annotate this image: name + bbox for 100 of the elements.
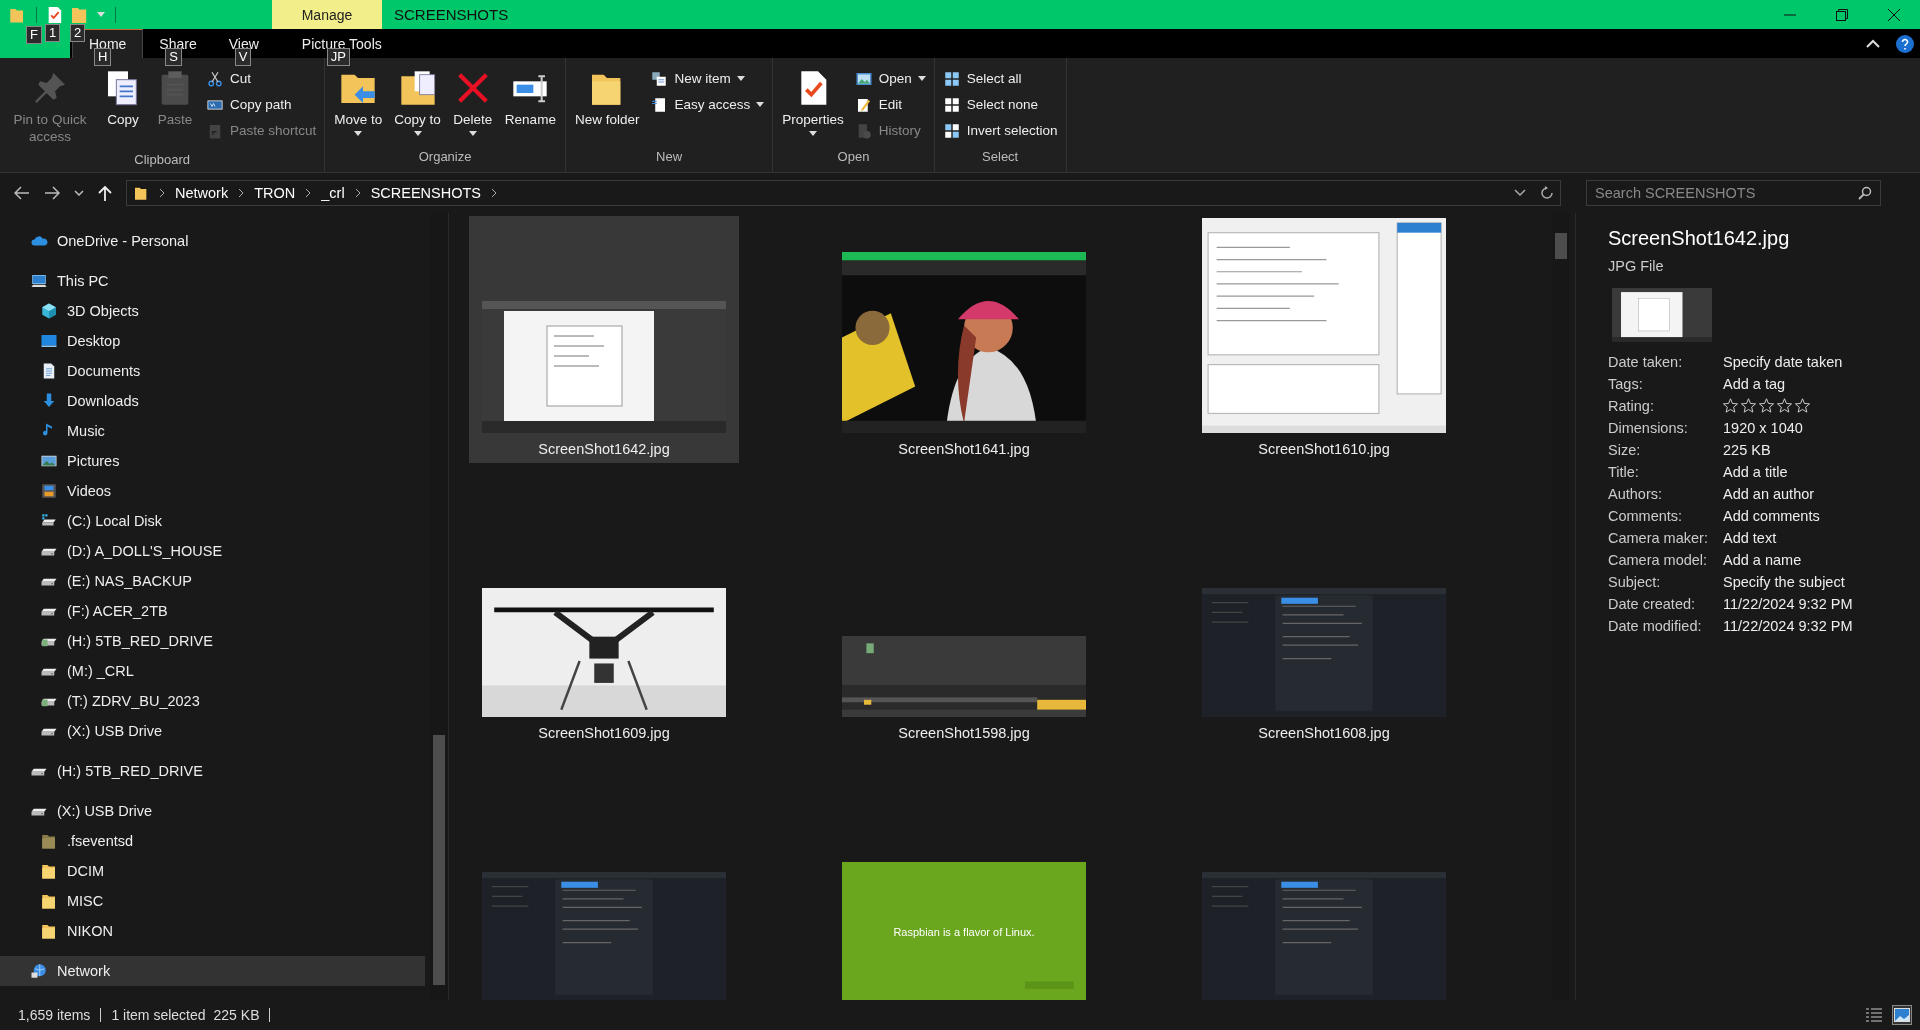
breadcrumb[interactable]: TRON [254, 185, 296, 201]
dropdown-icon[interactable] [1514, 189, 1526, 197]
nav-item[interactable]: (H:) 5TB_RED_DRIVE [0, 756, 425, 786]
property-label: Date created: [1608, 596, 1697, 612]
property-value[interactable]: Add text [1723, 530, 1920, 546]
nav-item[interactable]: (X:) USB Drive [0, 796, 425, 826]
nav-item[interactable]: DCIM [0, 856, 425, 886]
caret-icon [413, 131, 422, 136]
breadcrumb[interactable]: _crl [321, 185, 345, 201]
new-item-icon [650, 69, 669, 88]
ribbon-command[interactable]: Edit [850, 92, 930, 117]
ribbon-button[interactable]: Copy [98, 64, 148, 149]
nav-item[interactable]: MISC [0, 886, 425, 916]
close-icon[interactable] [1888, 8, 1900, 21]
property-value[interactable]: 11/22/2024 9:32 PM [1723, 596, 1920, 612]
desktop-icon [40, 332, 58, 350]
ribbon-command[interactable]: Easy access [646, 92, 769, 117]
ribbon-button[interactable]: Delete [447, 64, 498, 146]
collapse-ribbon-icon[interactable] [1866, 39, 1880, 48]
view-button[interactable] [1892, 1005, 1912, 1025]
breadcrumb[interactable]: Network [175, 185, 229, 201]
cut-icon [206, 69, 224, 88]
ribbon-command[interactable]: New item [646, 66, 769, 91]
ribbon-command[interactable]: Cut [202, 66, 321, 91]
nav-item[interactable]: (M:) _CRL [0, 656, 425, 686]
ribbon-button[interactable]: Move to [329, 64, 388, 146]
file-tile[interactable]: ScreenShot1608.jpg [1189, 500, 1459, 747]
group-label: New [655, 148, 684, 166]
nav-item[interactable]: (H:) 5TB_RED_DRIVE [0, 626, 425, 656]
property-value[interactable]: 11/22/2024 9:32 PM [1723, 618, 1920, 634]
file-name: ScreenShot1642.jpg [1608, 227, 1791, 250]
restore-icon[interactable] [1836, 8, 1848, 21]
address-bar[interactable]: Network TRON _crl SCREENSHOTS [126, 180, 1561, 206]
document-icon[interactable] [47, 6, 62, 23]
ribbon-button[interactable]: New folder [569, 64, 645, 146]
property-value[interactable]: Add a title [1723, 464, 1920, 480]
ribbon-command[interactable]: Copy path [202, 92, 321, 117]
nav-item[interactable]: (E:) NAS_BACKUP [0, 566, 425, 596]
pc-icon [30, 272, 48, 290]
large-icons-view-icon [1894, 1008, 1910, 1022]
nav-item[interactable]: 3D Objects [0, 296, 425, 326]
nav-item[interactable]: Desktop [0, 326, 425, 356]
nav-item[interactable]: Pictures [0, 446, 425, 476]
dropdown-icon [97, 12, 105, 17]
ribbon-command[interactable]: Open [850, 66, 930, 91]
property-value[interactable]: 1920 x 1040 [1723, 420, 1920, 436]
nav-item[interactable]: Music [0, 416, 425, 446]
caret-icon [756, 102, 765, 107]
file-tile[interactable]: ScreenShot1598.jpg [829, 500, 1099, 747]
nav-item[interactable]: This PC [0, 266, 425, 296]
ribbon-command[interactable]: Select none [938, 92, 1062, 117]
forward-icon[interactable] [44, 186, 60, 200]
property-value[interactable]: Add a name [1723, 552, 1920, 568]
nav-item[interactable]: Downloads [0, 386, 425, 416]
help-icon[interactable] [1896, 34, 1914, 53]
caret-icon [468, 131, 477, 136]
property-value[interactable]: Specify date taken [1723, 354, 1920, 370]
item-count: 1,659 items [18, 1007, 91, 1023]
property-value[interactable]: 225 KB [1723, 442, 1920, 458]
property-value[interactable]: Add a tag [1723, 376, 1920, 392]
ribbon-button[interactable]: Properties [777, 64, 849, 146]
select-all-icon [942, 69, 961, 88]
property-value[interactable]: Specify the subject [1723, 574, 1920, 590]
recent-locations-icon[interactable] [74, 190, 84, 196]
breadcrumb[interactable]: SCREENSHOTS [370, 185, 482, 201]
file-tile[interactable]: ScreenShot1609.jpg [469, 500, 739, 747]
property-value[interactable]: Add comments [1723, 508, 1920, 524]
selection-size: 225 KB [213, 1007, 260, 1023]
invert-icon [942, 121, 961, 140]
property-label: Camera maker: [1608, 530, 1709, 546]
file-tile[interactable]: ScreenShot1610.jpg [1189, 216, 1459, 463]
nav-item[interactable]: (D:) A_DOLL'S_HOUSE [0, 536, 425, 566]
nav-item[interactable]: (F:) ACER_2TB [0, 596, 425, 626]
nav-item[interactable]: (X:) USB Drive [0, 716, 425, 746]
nav-item[interactable]: .fseventsd [0, 826, 425, 856]
property-label: Comments: [1608, 508, 1684, 524]
refresh-icon[interactable] [1540, 186, 1554, 200]
nav-item[interactable]: (C:) Local Disk [0, 506, 425, 536]
search-field[interactable]: Search SCREENSHOTS [1586, 180, 1881, 206]
nav-item[interactable]: Videos [0, 476, 425, 506]
nav-item[interactable]: NIKON [0, 916, 425, 946]
property-value[interactable]: Add an author [1723, 486, 1920, 502]
nav-item[interactable]: Documents [0, 356, 425, 386]
nav-item[interactable]: (T:) ZDRV_BU_2023 [0, 686, 425, 716]
ribbon-button[interactable]: Rename [499, 64, 561, 146]
ribbon-command[interactable]: Invert selection [938, 118, 1062, 143]
caret-icon [808, 131, 817, 136]
property-label: Authors: [1608, 486, 1663, 502]
ribbon-command[interactable]: Select all [938, 66, 1062, 91]
back-icon[interactable] [14, 186, 30, 200]
nav-item[interactable]: Network [0, 956, 425, 986]
folder-icon [40, 892, 58, 910]
nav-item[interactable]: OneDrive - Personal [0, 226, 425, 256]
ribbon-button[interactable]: Copy to [389, 64, 446, 146]
file-tile[interactable]: ScreenShot1641.jpg [829, 216, 1099, 463]
file-tile[interactable]: ScreenShot1642.jpg [469, 216, 739, 463]
search-icon [1858, 186, 1872, 200]
up-icon[interactable] [98, 185, 112, 201]
keytip: 2 [70, 23, 86, 42]
property-label: Size: [1608, 442, 1642, 458]
